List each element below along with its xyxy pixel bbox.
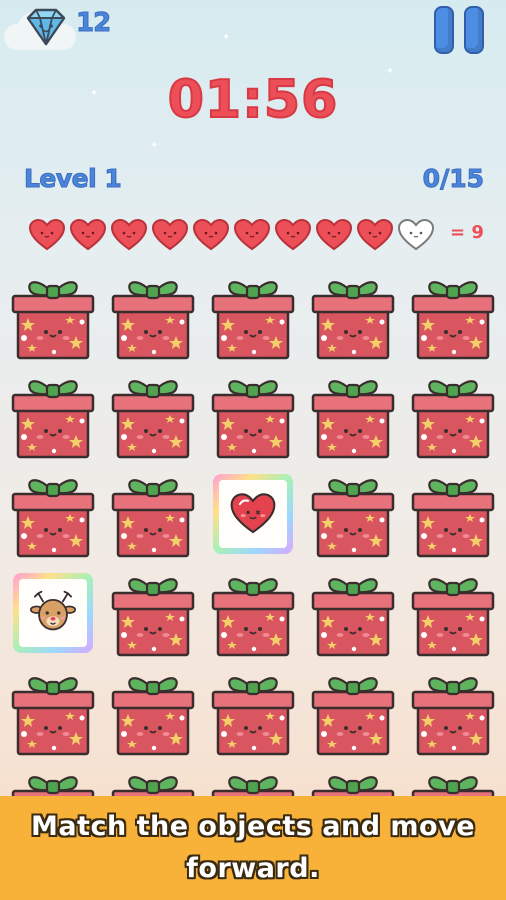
gift-box-icon [111, 578, 195, 657]
gift-box-icon [411, 479, 495, 558]
lives-count: = 9 [450, 222, 484, 243]
gift-card-facedown[interactable] [410, 470, 496, 558]
gift-card-facedown[interactable] [110, 668, 196, 756]
gift-card-facedown[interactable] [210, 569, 296, 657]
instruction-text: Match the objects and move forward. [20, 806, 486, 890]
heart-icon [28, 218, 66, 252]
gift-box-icon [411, 380, 495, 459]
gift-box-icon [211, 380, 295, 459]
heart-empty-icon [397, 218, 435, 252]
gift-card-facedown[interactable] [310, 371, 396, 459]
gift-box-icon [211, 677, 295, 756]
gift-card-facedown[interactable] [110, 470, 196, 558]
heart-icon [151, 218, 189, 252]
heart-icon [356, 218, 394, 252]
gift-card-facedown[interactable] [410, 272, 496, 360]
deer-icon [30, 590, 76, 631]
revealed-card-deer[interactable] [13, 573, 93, 653]
gem-counter: 12 [0, 0, 120, 56]
gift-card-facedown[interactable] [10, 272, 96, 360]
gift-box-icon [411, 677, 495, 756]
sparkle-decor: ✦ [222, 32, 231, 43]
card-face [19, 579, 87, 647]
instruction-line-2: forward. [186, 853, 320, 884]
gift-card-facedown[interactable] [410, 569, 496, 657]
gift-card-facedown[interactable] [310, 668, 396, 756]
heart-icon [233, 218, 271, 252]
heart-icon [274, 218, 312, 252]
gift-card-facedown[interactable] [10, 371, 96, 459]
gift-box-icon [111, 281, 195, 360]
gift-card-facedown[interactable] [10, 668, 96, 756]
gift-card-facedown[interactable] [410, 371, 496, 459]
heart-icon [230, 493, 276, 534]
heart-icon [69, 218, 107, 252]
gift-box-icon [311, 380, 395, 459]
gift-box-icon [11, 479, 95, 558]
gift-card-facedown[interactable] [110, 569, 196, 657]
gift-box-icon [211, 578, 295, 657]
gift-card-facedown[interactable] [210, 272, 296, 360]
level-label: Level 1 [23, 164, 122, 194]
countdown-timer: 01:56 [167, 69, 339, 131]
heart-icon [110, 218, 148, 252]
card-grid [10, 272, 496, 855]
gift-card-facedown[interactable] [410, 668, 496, 756]
gift-card-facedown[interactable] [310, 569, 396, 657]
gift-box-icon [411, 578, 495, 657]
gift-box-icon [111, 380, 195, 459]
gift-box-icon [311, 578, 395, 657]
gift-box-icon [311, 281, 395, 360]
gift-box-icon [311, 677, 395, 756]
revealed-card-heart[interactable] [213, 474, 293, 554]
gift-card-facedown[interactable] [10, 470, 96, 558]
gift-box-icon [111, 677, 195, 756]
gift-box-icon [311, 479, 395, 558]
card-face [219, 480, 287, 548]
gift-box-icon [211, 281, 295, 360]
gift-card-facedown[interactable] [110, 272, 196, 360]
instruction-line-1: Match the objects and move [30, 811, 476, 842]
heart-icon [315, 218, 353, 252]
gift-card-facedown[interactable] [210, 371, 296, 459]
instruction-banner: Match the objects and move forward. [0, 796, 506, 900]
pause-icon [434, 6, 454, 54]
sparkle-decor: ✦ [150, 140, 159, 151]
gift-card-facedown[interactable] [310, 272, 396, 360]
gift-box-icon [111, 479, 195, 558]
gift-box-icon [11, 677, 95, 756]
match-progress: 0/15 [422, 164, 484, 194]
gift-card-facedown[interactable] [110, 371, 196, 459]
pause-icon [464, 6, 484, 54]
gift-box-icon [11, 380, 95, 459]
gift-box-icon [411, 281, 495, 360]
gem-count: 12 [75, 8, 111, 39]
diamond-icon [26, 8, 66, 46]
gift-box-icon [11, 281, 95, 360]
gift-card-facedown[interactable] [210, 668, 296, 756]
pause-button[interactable] [434, 6, 486, 54]
heart-icon [192, 218, 230, 252]
gift-card-facedown[interactable] [310, 470, 396, 558]
